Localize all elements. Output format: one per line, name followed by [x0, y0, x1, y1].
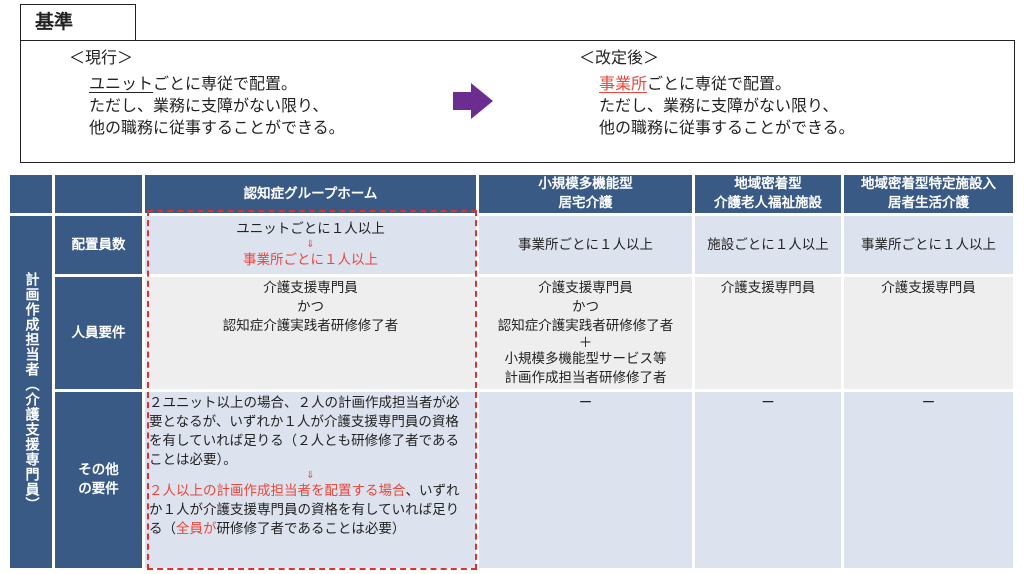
col-header-small-multi: 小規模多機能型 居宅介護 [479, 175, 692, 213]
gh-other-after-red: ２人以上の計画作成担当者を配置する場合 [149, 483, 406, 499]
section-title: 基準 [20, 4, 136, 40]
nursing-welfare-personnel: 介護支援専門員 [695, 277, 841, 389]
right-arrow-icon [453, 83, 493, 119]
down-arrow-icon-2: ⇓ [306, 470, 315, 481]
gh-staffing-after: 事業所ごとに１人以上 [243, 252, 378, 268]
small-multi-personnel-cell: 介護支援専門員 かつ 認知症介護実践者研修修了者 ＋ 小規模多機能型サービス等 … [479, 277, 692, 389]
row-label-personnel: 人員要件 [55, 277, 142, 389]
revised-heading: ＜改定後＞ [579, 48, 660, 67]
revised-line2: ただし、業務に支障がない限り、 [599, 96, 839, 115]
specified-facility-staffing: 事業所ごとに１人以上 [844, 216, 1013, 274]
side-label-cell: 計画作成担当者（介護支援専門員） [10, 216, 52, 568]
sm-personnel-line2: かつ [572, 299, 599, 315]
gh-staffing-cell: ユニットごとに１人以上 ⇓ 事業所ごとに１人以上 [145, 216, 476, 274]
gh-personnel-line2: かつ [297, 299, 324, 315]
gh-other-after-2: 研修修了者であることは必要） [216, 521, 406, 537]
down-arrow-icon: ⇓ [306, 239, 315, 250]
current-line1: ごとに専従で配置。 [153, 74, 298, 93]
nursing-welfare-staffing: 施設ごとに１人以上 [695, 216, 841, 274]
corner-cell [10, 175, 52, 213]
comparison-table: 認知症グループホーム 小規模多機能型 居宅介護 地域密着型 介護老人福祉施設 地… [7, 172, 1016, 571]
gh-other-after: ２人以上の計画作成担当者を配置する場合、いずれか１人が介護支援専門員の資格を有し… [145, 482, 476, 539]
revised-rule: ＜改定後＞ 事業所ごとに専従で配置。 ただし、業務に支障がない限り、 他の職務に… [579, 47, 855, 139]
sm-personnel-line1: 介護支援専門員 [538, 280, 633, 296]
side-label: 計画作成担当者（介護支援専門員） [23, 272, 40, 512]
small-multi-other: ー [479, 392, 692, 568]
current-line2: ただし、業務に支障がない限り、 [89, 96, 329, 115]
col-header-group-home: 認知症グループホーム [145, 175, 476, 213]
current-unit-text: ユニット [89, 74, 154, 93]
revised-line1: ごとに専従で配置。 [647, 74, 792, 93]
gh-other-before: ２ユニット以上の場合、２人の計画作成担当者が必要となるが、いずれか１人が介護支援… [149, 395, 460, 468]
specified-facility-personnel: 介護支援専門員 [844, 277, 1013, 389]
corner-cell-2 [55, 175, 142, 213]
current-heading: ＜現行＞ [69, 48, 134, 67]
gh-personnel-line1: 介護支援専門員 [263, 280, 358, 296]
comparison-box: ＜現行＞ ユニットごとに専従で配置。 ただし、業務に支障がない限り、 他の職務に… [20, 40, 1015, 163]
col-header-nursing-welfare: 地域密着型 介護老人福祉施設 [695, 175, 841, 213]
gh-other-after-red2: 全員が [176, 521, 217, 537]
sm-personnel-line6: 計画作成担当者研修修了者 [504, 370, 667, 386]
current-line3: 他の職務に従事することができる。 [89, 118, 345, 137]
row-label-other: その他 の要件 [55, 392, 142, 568]
nursing-welfare-other: ー [695, 392, 841, 568]
sm-personnel-line3: 認知症介護実践者研修修了者 [497, 318, 674, 334]
small-multi-staffing: 事業所ごとに１人以上 [479, 216, 692, 274]
row-label-staffing: 配置員数 [55, 216, 142, 274]
sm-personnel-line4: ＋ [578, 335, 593, 351]
gh-personnel-cell: 介護支援専門員 かつ 認知症介護実践者研修修了者 [145, 277, 476, 389]
current-rule: ＜現行＞ ユニットごとに専従で配置。 ただし、業務に支障がない限り、 他の職務に… [69, 47, 345, 139]
col-header-specified-facility: 地域密着型特定施設入 居者生活介護 [844, 175, 1013, 213]
gh-personnel-line3: 認知症介護実践者研修修了者 [222, 318, 399, 334]
gh-staffing-before: ユニットごとに１人以上 [236, 221, 385, 237]
specified-facility-other: ー [844, 392, 1013, 568]
revised-line3: 他の職務に従事することができる。 [599, 118, 855, 137]
sm-personnel-line5: 小規模多機能型サービス等 [504, 351, 667, 367]
revised-office-text: 事業所 [599, 74, 648, 93]
gh-other-cell: ２ユニット以上の場合、２人の計画作成担当者が必要となるが、いずれか１人が介護支援… [145, 392, 476, 568]
